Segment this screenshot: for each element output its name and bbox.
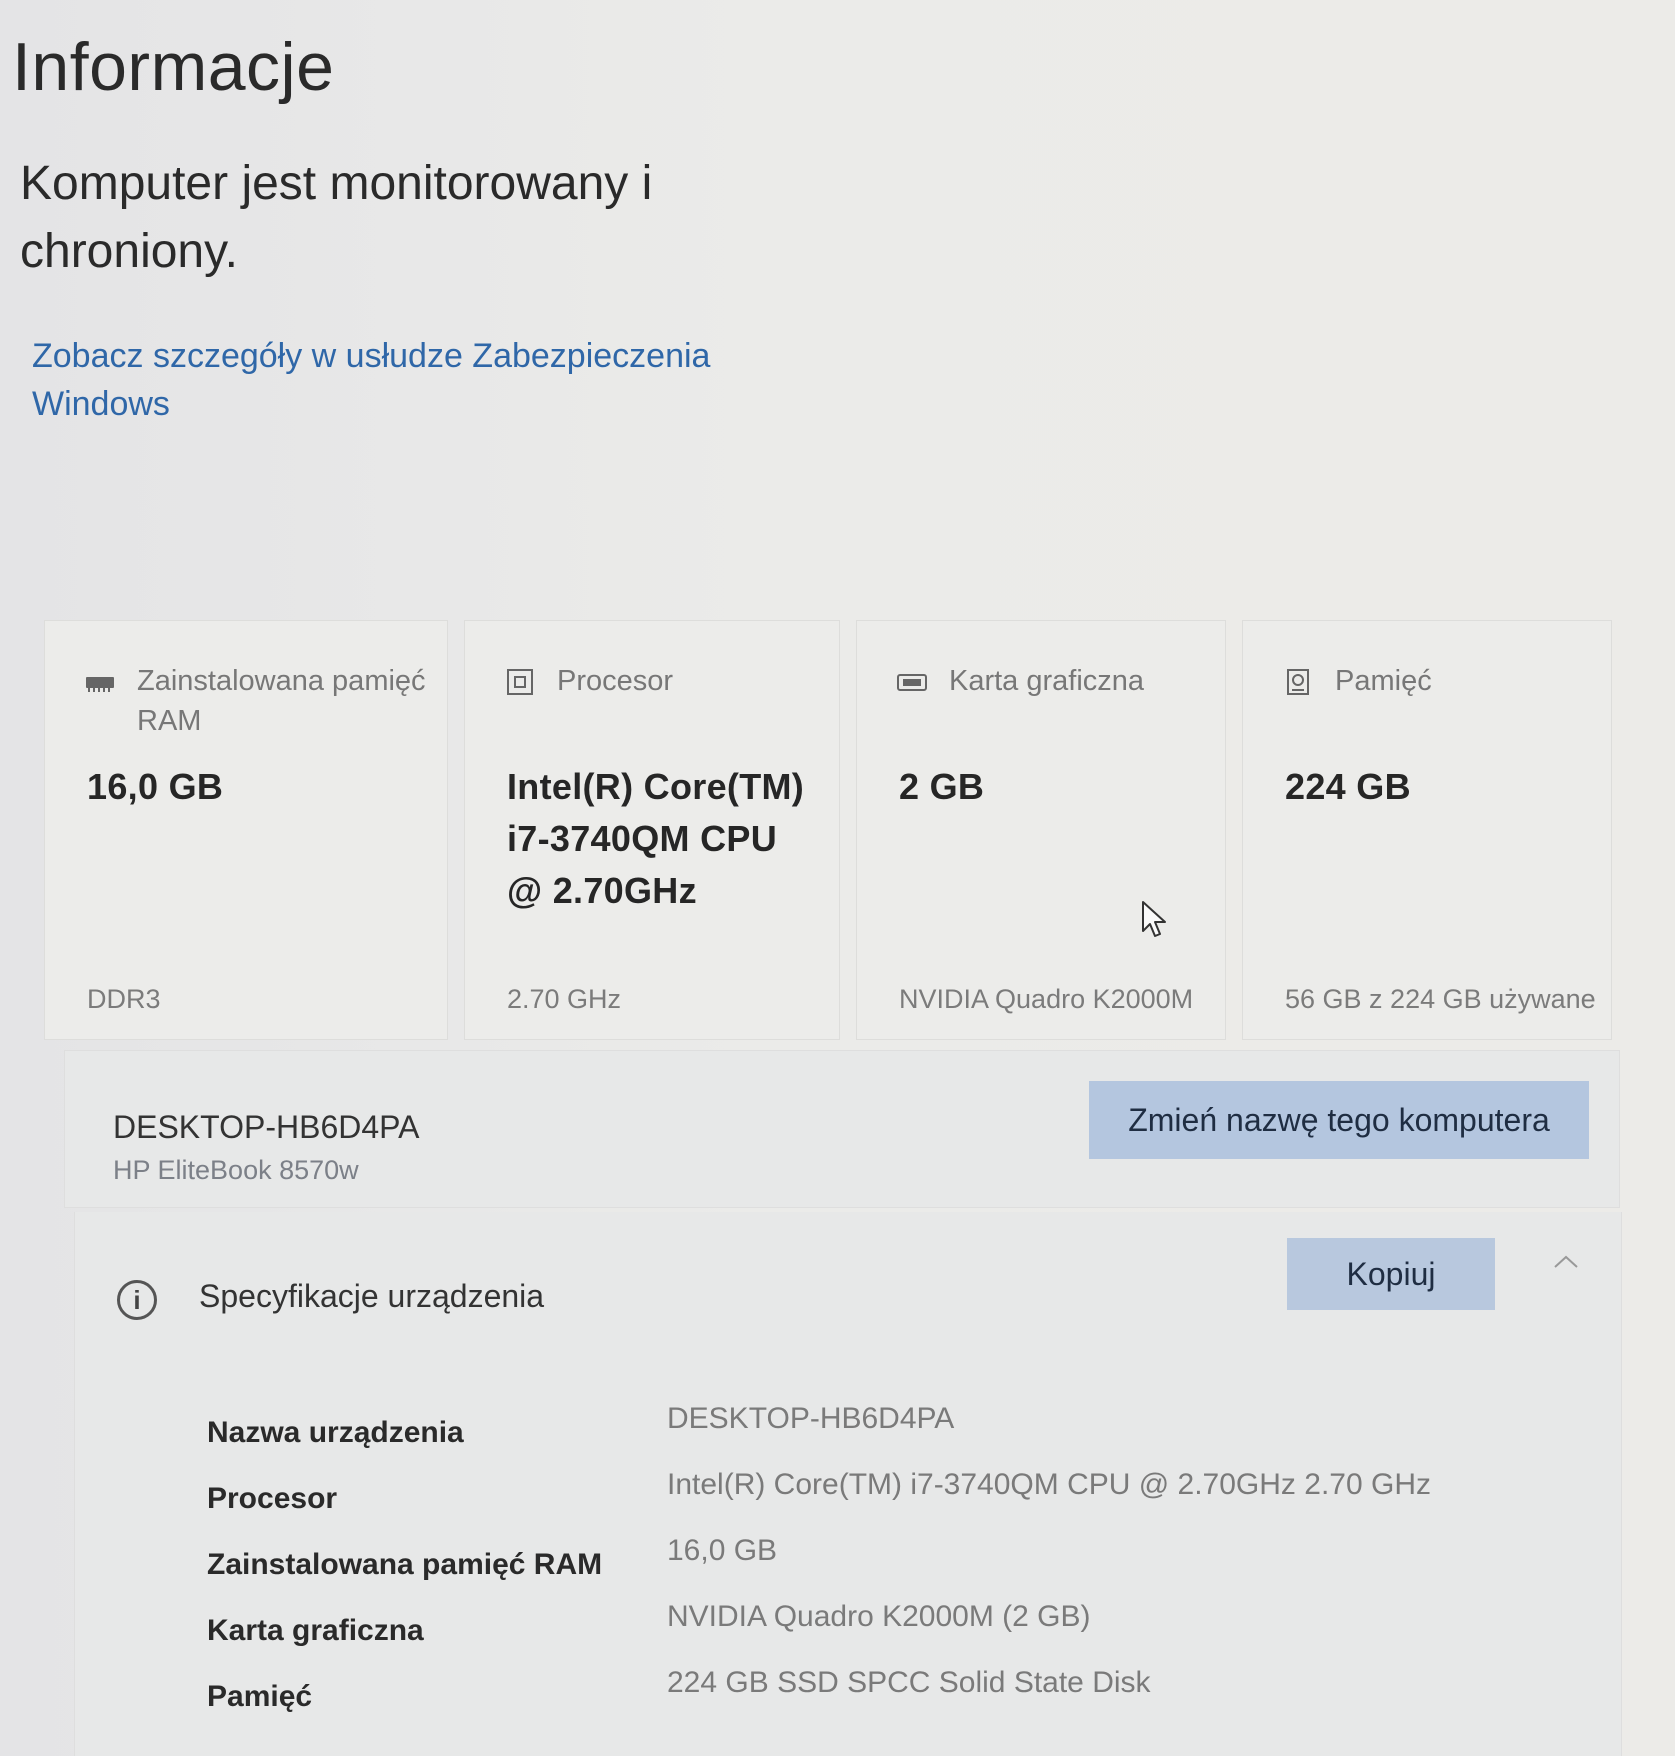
ram-card-value: 16,0 GB: [87, 766, 224, 807]
graphics-card-footer: NVIDIA Quadro K2000M: [899, 984, 1194, 1014]
spec-value: DESKTOP-HB6D4PA: [667, 1402, 955, 1435]
device-model: HP EliteBook 8570w: [113, 1155, 359, 1185]
processor-card-header: Procesor: [505, 661, 819, 701]
ram-icon: [86, 677, 114, 692]
processor-card-value: Intel(R) Core(TM) i7-3740QM CPU @ 2.70GH…: [507, 766, 805, 911]
spec-row-device-name: Nazwa urządzenia DESKTOP-HB6D4PA: [207, 1402, 1507, 1468]
mouse-cursor-icon: [1142, 901, 1166, 937]
storage-card-value: 224 GB: [1285, 766, 1411, 807]
graphics-card-title: Karta graficzna: [949, 665, 1145, 697]
windows-security-link[interactable]: Zobacz szczegóły w usłudze Zabezpieczeni…: [32, 332, 752, 428]
processor-icon: [507, 669, 533, 695]
ram-card-footer: DDR3: [87, 984, 161, 1014]
spec-value: 16,0 GB: [667, 1534, 778, 1567]
storage-icon: [1287, 669, 1309, 695]
spec-label: Nazwa urządzenia: [207, 1416, 464, 1449]
graphics-card-card: Karta graficzna 2 GB NVIDIA Quadro K2000…: [856, 620, 1226, 1040]
spec-row-storage: Pamięć 224 GB SSD SPCC Solid State Disk: [207, 1666, 1507, 1732]
rename-computer-button[interactable]: Zmień nazwę tego komputera: [1089, 1081, 1589, 1159]
ram-card-header: Zainstalowana pamięć RAM: [85, 661, 427, 741]
hardware-summary-cards: Zainstalowana pamięć RAM 16,0 GB DDR3 Pr…: [44, 620, 1626, 1040]
storage-card-footer: 56 GB z 224 GB używane: [1285, 984, 1596, 1014]
storage-card: Pamięć 224 GB 56 GB z 224 GB używane: [1242, 620, 1612, 1040]
graphics-card-header: Karta graficzna: [897, 661, 1205, 701]
processor-card-title: Procesor: [557, 665, 674, 697]
spec-row-processor: Procesor Intel(R) Core(TM) i7-3740QM CPU…: [207, 1468, 1507, 1534]
ram-card-title: Zainstalowana pamięć RAM: [137, 665, 426, 737]
device-identity-bar: DESKTOP-HB6D4PA HP EliteBook 8570w Zmień…: [64, 1050, 1620, 1208]
about-page: Informacje Komputer jest monitorowany i …: [0, 0, 1675, 1756]
device-specifications-list: Nazwa urządzenia DESKTOP-HB6D4PA Proceso…: [207, 1402, 1507, 1732]
graphics-card-value: 2 GB: [899, 766, 985, 807]
chevron-up-icon[interactable]: [1551, 1250, 1581, 1274]
ram-card: Zainstalowana pamięć RAM 16,0 GB DDR3: [44, 620, 448, 1040]
protection-status: Komputer jest monitorowany i chroniony.: [20, 157, 653, 278]
spec-label: Karta graficzna: [207, 1614, 424, 1647]
processor-card: Procesor Intel(R) Core(TM) i7-3740QM CPU…: [464, 620, 840, 1040]
storage-card-header: Pamięć: [1283, 661, 1591, 701]
spec-label: Zainstalowana pamięć RAM: [207, 1548, 603, 1581]
storage-card-title: Pamięć: [1335, 665, 1432, 697]
spec-label: Pamięć: [207, 1680, 313, 1713]
spec-value: Intel(R) Core(TM) i7-3740QM CPU @ 2.70GH…: [667, 1468, 1431, 1501]
device-name: DESKTOP-HB6D4PA: [113, 1109, 420, 1145]
graphics-card-icon: [897, 674, 927, 691]
spec-row-installed-ram: Zainstalowana pamięć RAM 16,0 GB: [207, 1534, 1507, 1600]
info-icon: i: [117, 1280, 157, 1320]
spec-label: Procesor: [207, 1482, 338, 1515]
spec-value: 224 GB SSD SPCC Solid State Disk: [667, 1666, 1151, 1699]
device-specifications-panel: i Specyfikacje urządzenia Kopiuj Nazwa u…: [74, 1212, 1622, 1756]
device-specifications-title: Specyfikacje urządzenia: [199, 1278, 545, 1314]
page-title: Informacje: [12, 29, 335, 105]
spec-value: NVIDIA Quadro K2000M (2 GB): [667, 1600, 1091, 1633]
processor-card-footer: 2.70 GHz: [507, 984, 622, 1014]
copy-specifications-button[interactable]: Kopiuj: [1287, 1238, 1495, 1310]
spec-row-graphics-card: Karta graficzna NVIDIA Quadro K2000M (2 …: [207, 1600, 1507, 1666]
